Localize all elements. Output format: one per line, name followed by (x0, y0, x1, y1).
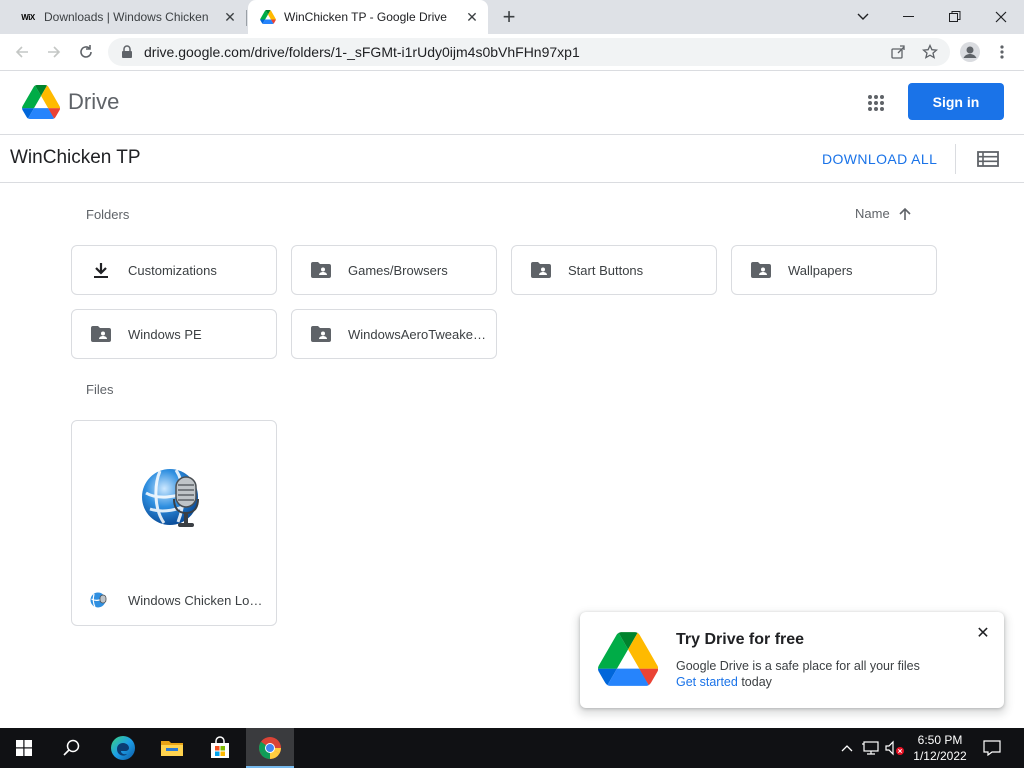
shared-folder-icon (90, 323, 112, 345)
url-text: drive.google.com/drive/folders/1-_sFGMt-… (144, 44, 580, 60)
profile-avatar-icon[interactable] (956, 38, 984, 66)
address-bar[interactable]: drive.google.com/drive/folders/1-_sFGMt-… (108, 38, 950, 66)
chrome-icon (259, 737, 281, 759)
taskbar-store[interactable] (196, 728, 244, 768)
start-button[interactable] (0, 728, 48, 768)
chevron-up-icon (841, 745, 853, 752)
search-button[interactable] (48, 728, 96, 768)
tab-divider (246, 10, 247, 26)
wix-favicon-icon: WiX (21, 12, 35, 22)
shared-folder-icon (310, 259, 332, 281)
windows-taskbar: 6:50 PM 1/12/2022 (0, 728, 1024, 768)
edge-icon (111, 736, 135, 760)
drive-logo-text[interactable]: Drive (68, 89, 119, 115)
taskbar-chrome[interactable] (246, 728, 294, 768)
browser-tab-strip: WiX Downloads | Windows Chicken ✕ WinChi… (0, 0, 1024, 34)
close-window-button[interactable] (978, 0, 1024, 34)
folder-card-games-browsers[interactable]: Games/Browsers (291, 245, 497, 295)
arrow-up-icon (899, 207, 911, 220)
folder-name: Games/Browsers (348, 262, 448, 278)
google-drive-logo-icon (598, 632, 658, 686)
tab-search-icon[interactable] (840, 0, 886, 34)
folder-card-wallpapers[interactable]: Wallpapers (731, 245, 937, 295)
store-icon (211, 736, 229, 758)
google-drive-logo-icon[interactable] (22, 85, 60, 119)
close-tab-icon[interactable]: ✕ (220, 7, 240, 27)
forward-button[interactable] (40, 38, 68, 66)
folder-title-bar: WinChicken TP DOWNLOAD ALL (0, 135, 1024, 183)
page-title: WinChicken TP (10, 147, 141, 168)
reload-button[interactable] (72, 38, 100, 66)
shared-folder-icon (750, 259, 772, 281)
google-drive-favicon-icon (260, 9, 276, 25)
browser-toolbar: drive.google.com/drive/folders/1-_sFGMt-… (0, 34, 1024, 71)
folder-card-windows-aero-tweaker[interactable]: WindowsAeroTweake… (291, 309, 497, 359)
network-icon[interactable] (860, 728, 882, 768)
divider (955, 144, 956, 174)
notifications-icon[interactable] (978, 728, 1006, 768)
close-popup-button[interactable]: ✕ (974, 624, 992, 642)
show-hidden-icons-button[interactable] (838, 728, 856, 768)
volume-muted-icon[interactable] (884, 728, 906, 768)
popup-body: Google Drive is a safe place for all you… (676, 658, 920, 690)
drive-header: Drive Sign in (0, 71, 1024, 135)
taskbar-edge[interactable] (99, 728, 147, 768)
file-name: Windows Chicken Lo… (128, 592, 263, 608)
lock-icon (122, 45, 132, 58)
file-explorer-icon (161, 741, 183, 756)
folder-card-customizations[interactable]: Customizations (71, 245, 277, 295)
close-tab-icon[interactable]: ✕ (462, 7, 482, 27)
folder-name: WindowsAeroTweake… (348, 326, 486, 342)
folder-name: Windows PE (128, 326, 202, 342)
files-section-label: Files (86, 382, 114, 397)
restore-button[interactable] (932, 0, 978, 34)
bookmark-star-icon[interactable] (916, 38, 944, 66)
folders-section-label: Folders (86, 207, 130, 222)
sign-in-button[interactable]: Sign in (908, 83, 1004, 120)
list-view-icon[interactable] (976, 149, 1000, 169)
google-apps-icon[interactable] (862, 89, 890, 117)
tab-title: WinChicken TP - Google Drive (284, 10, 447, 24)
folder-card-start-buttons[interactable]: Start Buttons (511, 245, 717, 295)
new-tab-button[interactable]: + (496, 4, 522, 29)
sort-by-name-button[interactable]: Name (855, 206, 912, 221)
download-icon (90, 259, 112, 281)
popup-title: Try Drive for free (676, 631, 805, 648)
share-icon[interactable] (884, 38, 912, 66)
popup-description: Google Drive is a safe place for all you… (676, 659, 920, 673)
tab-downloads-windows-chicken[interactable]: WiX Downloads | Windows Chicken ✕ (8, 0, 246, 34)
shared-folder-icon (530, 259, 552, 281)
try-drive-popup: Try Drive for free Google Drive is a saf… (580, 612, 1004, 708)
folder-card-windows-pe[interactable]: Windows PE (71, 309, 277, 359)
globe-microphone-icon (90, 592, 107, 608)
clock-time: 6:50 PM (917, 733, 963, 747)
popup-suffix: today (737, 675, 772, 689)
minimize-button[interactable] (886, 0, 932, 34)
back-button[interactable] (8, 38, 36, 66)
folder-name: Wallpapers (788, 262, 853, 278)
globe-microphone-icon (142, 469, 199, 527)
sort-label: Name (855, 206, 890, 221)
taskbar-clock[interactable]: 6:50 PM 1/12/2022 (908, 732, 972, 764)
tab-title: Downloads | Windows Chicken (44, 10, 209, 24)
get-started-link[interactable]: Get started (676, 675, 738, 689)
search-icon (63, 739, 80, 756)
folder-name: Customizations (128, 262, 217, 278)
download-all-button[interactable]: DOWNLOAD ALL (822, 151, 937, 167)
file-card-windows-chicken-logo[interactable]: Windows Chicken Lo… (71, 420, 277, 626)
tab-winchicken-drive[interactable]: WinChicken TP - Google Drive ✕ (248, 0, 488, 34)
clock-date: 1/12/2022 (913, 749, 967, 763)
windows-logo-icon (16, 740, 32, 756)
shared-folder-icon (310, 323, 332, 345)
chrome-menu-icon[interactable] (988, 38, 1016, 66)
file-footer: Windows Chicken Lo… (90, 591, 262, 609)
taskbar-file-explorer[interactable] (148, 728, 196, 768)
folder-name: Start Buttons (568, 262, 644, 278)
